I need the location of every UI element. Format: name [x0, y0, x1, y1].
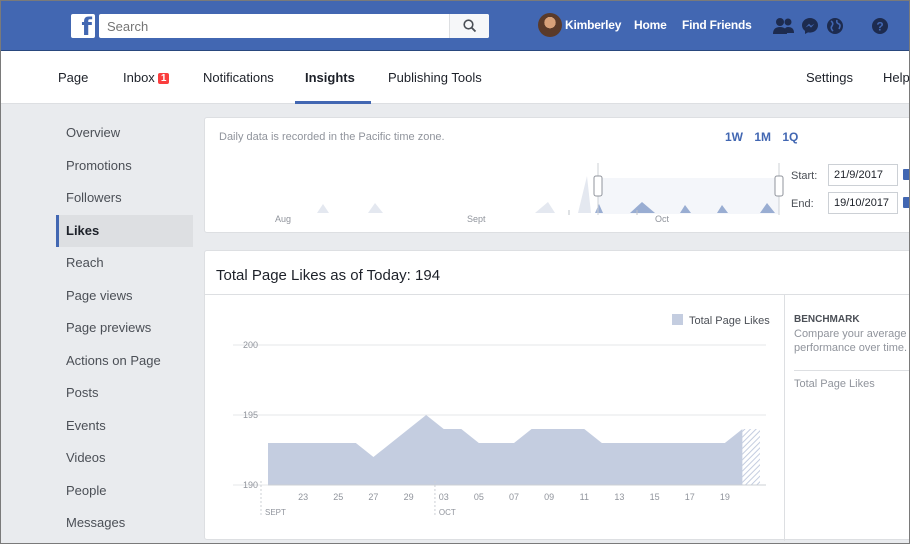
x-tick-label: 07 [509, 492, 519, 502]
month-label-oct: Oct [655, 214, 670, 224]
svg-text:?: ? [876, 20, 883, 34]
timeline-peak [368, 203, 383, 213]
sidebar-item-page-views[interactable]: Page views [56, 280, 193, 313]
range-end-handle[interactable] [774, 175, 784, 197]
sidebar-item-likes[interactable]: Likes [56, 214, 193, 247]
friend-requests-icon[interactable] [773, 17, 795, 35]
selected-range [598, 178, 779, 214]
y-tick-label: 195 [243, 410, 258, 420]
x-tick-label: 13 [614, 492, 624, 502]
y-tick-label: 190 [243, 480, 258, 490]
sidebar-item-events[interactable]: Events [56, 410, 193, 443]
timeline-peak [535, 202, 555, 213]
legend-label: Total Page Likes [689, 315, 770, 327]
profile-link[interactable]: Kimberley [565, 18, 621, 32]
facebook-logo-icon[interactable]: f [71, 13, 95, 41]
month-label: SEPT [265, 508, 286, 517]
x-tick-label: 09 [544, 492, 554, 502]
tab-inbox-label: Inbox [123, 70, 155, 85]
search-box [99, 14, 489, 38]
tab-inbox[interactable]: Inbox 1 [123, 70, 170, 85]
end-calendar-icon[interactable] [903, 197, 909, 208]
range-start-handle[interactable] [593, 175, 603, 197]
benchmark-description: Compare your average performance over ti… [794, 328, 908, 354]
sidebar-item-videos[interactable]: Videos [56, 442, 193, 475]
search-button[interactable] [449, 14, 489, 38]
search-icon [463, 19, 477, 33]
active-tab-indicator [295, 101, 371, 104]
notifications-globe-icon[interactable] [826, 17, 844, 35]
divider [794, 370, 909, 371]
sidebar-item-reach[interactable]: Reach [56, 247, 193, 280]
date-range-card: Daily data is recorded in the Pacific ti… [204, 117, 909, 234]
month-label-sept: Sept [467, 214, 486, 224]
tab-settings[interactable]: Settings [806, 70, 853, 85]
sidebar-item-promotions[interactable]: Promotions [56, 150, 193, 183]
tab-insights[interactable]: Insights [305, 70, 355, 85]
x-tick-label: 29 [404, 492, 414, 502]
x-tick-label: 11 [580, 492, 589, 502]
x-tick-label: 23 [298, 492, 308, 502]
x-tick-label: 27 [368, 492, 378, 502]
timeline-peak [317, 204, 329, 213]
sidebar-item-messages[interactable]: Messages [56, 507, 193, 540]
x-tick-label: 17 [685, 492, 695, 502]
benchmark-title: BENCHMARK [794, 314, 860, 325]
tab-publishing-tools[interactable]: Publishing Tools [388, 70, 482, 85]
start-date-label: Start: [791, 170, 818, 182]
month-label: OCT [439, 508, 456, 517]
end-date-field[interactable]: 19/10/2017 [828, 192, 898, 214]
benchmark-divider [784, 295, 785, 541]
avatar[interactable] [538, 13, 562, 37]
x-tick-label: 19 [720, 492, 730, 502]
sidebar-item-followers[interactable]: Followers [56, 182, 193, 215]
series-area-partial-day [742, 429, 760, 485]
insights-sidebar: Overview Promotions Followers Likes Reac… [56, 117, 193, 540]
search-input[interactable] [99, 14, 449, 38]
help-icon[interactable]: ? [871, 17, 889, 35]
legend-swatch [672, 314, 683, 325]
month-label-aug: Aug [275, 214, 292, 224]
x-tick-label: 25 [333, 492, 343, 502]
series-area-total-page-likes [268, 415, 743, 485]
top-bar: f Kimberley Home Find Friends [1, 1, 909, 51]
inbox-count-badge: 1 [157, 73, 170, 84]
total-page-likes-card: Total Page Likes as of Today: 194 190 195… [204, 250, 909, 541]
messenger-icon[interactable] [801, 17, 819, 35]
timeline-brush[interactable] [205, 118, 785, 234]
home-link[interactable]: Home [634, 18, 667, 32]
tab-notifications[interactable]: Notifications [203, 70, 274, 85]
find-friends-link[interactable]: Find Friends [682, 18, 752, 32]
y-tick-label: 200 [243, 340, 258, 350]
facebook-insights-window: f Kimberley Home Find Friends [0, 0, 910, 544]
likes-chart: 190 195 200 23 25 27 29 03 05 07 09 11 13 15 17 19 SEPT O… [233, 340, 766, 517]
start-calendar-icon[interactable] [903, 169, 909, 180]
sidebar-item-overview[interactable]: Overview [56, 117, 193, 150]
page-nav: Page Inbox 1 Notifications Insights Publi… [1, 51, 909, 104]
x-tick-label: 03 [439, 492, 449, 502]
x-tick-label: 05 [474, 492, 484, 502]
benchmark-metric-option[interactable]: Total Page Likes [794, 378, 875, 390]
sidebar-item-posts[interactable]: Posts [56, 377, 193, 410]
tab-page[interactable]: Page [58, 70, 88, 85]
x-tick-label: 15 [650, 492, 660, 502]
start-date-field[interactable]: 21/9/2017 [828, 164, 898, 186]
tab-help[interactable]: Help [883, 70, 909, 85]
end-date-label: End: [791, 198, 814, 210]
sidebar-item-actions-on-page[interactable]: Actions on Page [56, 345, 193, 378]
chart-legend[interactable]: Total Page Likes [672, 314, 770, 327]
sidebar-item-page-previews[interactable]: Page previews [56, 312, 193, 345]
sidebar-item-people[interactable]: People [56, 475, 193, 508]
card-title: Total Page Likes as of Today: 194 [216, 267, 441, 284]
timeline-peak [578, 176, 591, 213]
